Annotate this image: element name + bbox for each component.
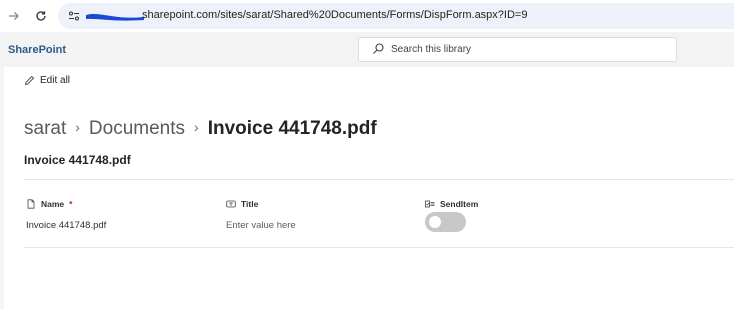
chevron-right-icon: ›: [194, 119, 199, 135]
document-icon: [27, 199, 35, 209]
field-name-label: Name: [41, 199, 65, 209]
yes-no-field-icon: [425, 200, 435, 208]
breadcrumb-item-site[interactable]: sarat: [24, 118, 66, 140]
pencil-icon: [24, 75, 35, 86]
breadcrumb: sarat › Documents › Invoice 441748.pdf: [24, 118, 377, 140]
field-senditem-label: SendItem: [440, 199, 479, 209]
edit-all-button[interactable]: Edit all: [24, 75, 70, 86]
url-text: sharepoint.com/sites/sarat/Shared%20Docu…: [142, 9, 528, 21]
site-info-icon[interactable]: [66, 8, 82, 24]
sharepoint-brand[interactable]: SharePoint: [8, 44, 66, 56]
toggle-knob: [429, 216, 441, 228]
field-title-input[interactable]: Enter value here: [226, 220, 296, 231]
search-icon: [371, 42, 385, 56]
browser-toolbar: sharepoint.com/sites/sarat/Shared%20Docu…: [0, 0, 734, 32]
field-title: Title Enter value here: [226, 199, 296, 231]
text-field-icon: [226, 200, 236, 208]
senditem-toggle[interactable]: [425, 212, 466, 232]
edit-all-label: Edit all: [40, 75, 71, 86]
item-title: Invoice 441748.pdf: [24, 153, 131, 167]
forward-icon[interactable]: [5, 7, 23, 25]
sharepoint-header: SharePoint: [0, 32, 734, 67]
field-title-label: Title: [241, 199, 259, 209]
divider: [24, 247, 734, 248]
reload-icon[interactable]: [32, 7, 50, 25]
chevron-right-icon: ›: [75, 119, 80, 135]
search-input[interactable]: [391, 39, 661, 59]
field-name: Name * Invoice 441748.pdf: [26, 199, 106, 231]
required-marker: *: [69, 199, 73, 209]
item-form: Edit all sarat › Documents › Invoice 441…: [0, 67, 734, 309]
breadcrumb-current: Invoice 441748.pdf: [207, 118, 377, 139]
field-name-value[interactable]: Invoice 441748.pdf: [26, 220, 106, 231]
field-senditem: SendItem: [425, 199, 478, 209]
divider: [24, 179, 734, 180]
search-box[interactable]: [358, 37, 677, 62]
redaction-scribble: [86, 13, 144, 21]
breadcrumb-item-library[interactable]: Documents: [89, 118, 185, 140]
